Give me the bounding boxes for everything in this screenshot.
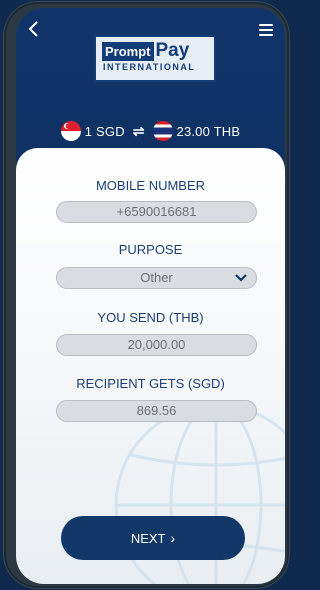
logo-prompt-text: Prompt xyxy=(102,41,154,61)
logo-pay-text: Pay xyxy=(155,40,190,61)
app-screen: Prompt Pay INTERNATIONAL 1 SGD ⇌ 23.00 T… xyxy=(16,8,285,584)
mobile-number-field[interactable]: +6590016681 xyxy=(56,201,257,223)
singapore-flag-icon xyxy=(60,121,81,141)
recipient-gets-label: RECIPIENT GETS (SGD) xyxy=(76,376,225,391)
phone-frame: Prompt Pay INTERNATIONAL 1 SGD ⇌ 23.00 T… xyxy=(4,2,289,588)
menu-icon-line xyxy=(259,34,273,36)
menu-icon-line xyxy=(259,24,273,26)
purpose-value: Other xyxy=(140,270,173,285)
back-button[interactable] xyxy=(26,19,42,39)
rate-from: 1 SGD xyxy=(84,123,125,139)
recipient-gets-field[interactable]: 869.56 xyxy=(56,400,257,422)
purpose-label: PURPOSE xyxy=(118,242,183,257)
next-button[interactable]: NEXT › xyxy=(61,516,245,560)
chevron-left-icon xyxy=(28,21,38,37)
purpose-select[interactable]: Other xyxy=(56,267,257,289)
rate-to: 23.00 THB xyxy=(176,123,241,139)
chevron-right-icon: › xyxy=(170,530,176,546)
you-send-field[interactable]: 20,000.00 xyxy=(56,334,257,356)
transfer-form: MOBILE NUMBER +6590016681 PURPOSE Other … xyxy=(16,148,285,584)
chevron-down-icon xyxy=(235,274,247,282)
promptpay-logo: Prompt Pay INTERNATIONAL xyxy=(94,35,216,82)
next-button-label: NEXT xyxy=(130,530,166,546)
exchange-rate: 1 SGD ⇌ 23.00 THB xyxy=(16,120,285,142)
logo-subtitle: INTERNATIONAL xyxy=(103,62,196,72)
mobile-number-label: MOBILE NUMBER xyxy=(95,178,206,193)
thailand-flag-icon xyxy=(152,121,173,141)
menu-icon-line xyxy=(259,29,273,31)
exchange-arrows-icon: ⇌ xyxy=(132,122,145,139)
you-send-label: YOU SEND (THB) xyxy=(97,310,204,325)
menu-button[interactable] xyxy=(259,24,273,36)
